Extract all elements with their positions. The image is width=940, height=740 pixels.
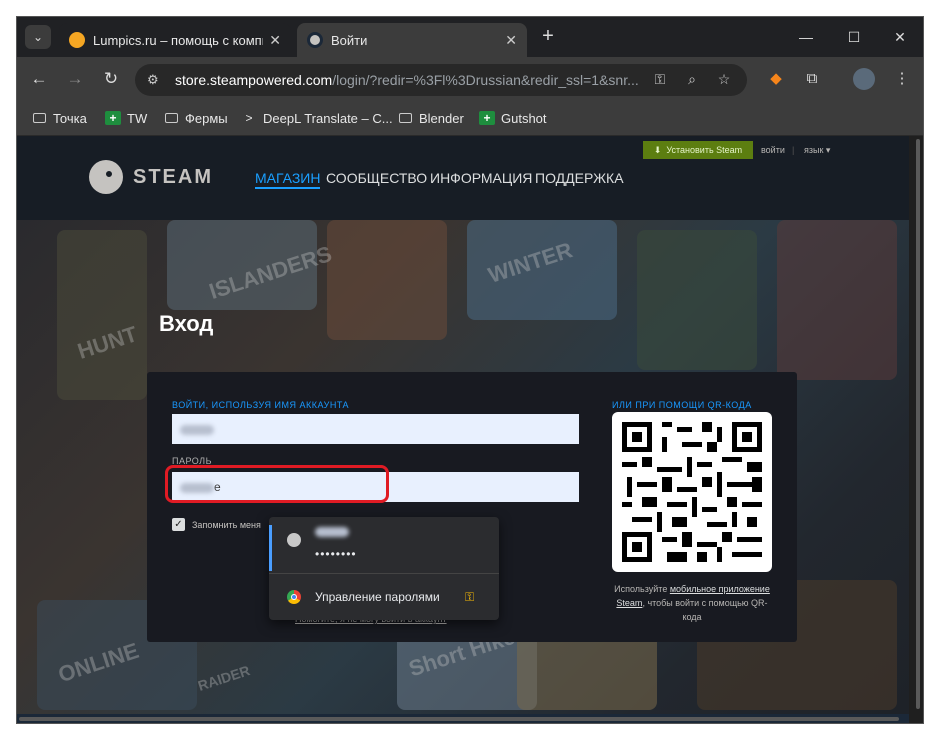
reload-icon[interactable]: ↻	[99, 67, 123, 91]
blurred-username	[315, 527, 349, 537]
password-key-icon[interactable]: ⚿	[651, 71, 669, 89]
nav-info[interactable]: ИНФОРМАЦИЯ	[430, 170, 532, 186]
site-info-icon[interactable]: ⚙	[147, 72, 163, 88]
highlight-frame	[165, 465, 389, 503]
extensions-puzzle-icon[interactable]: ⧉	[801, 68, 823, 90]
bg-game-label: RAIDER	[195, 662, 252, 694]
nav-community[interactable]: СООБЩЕСТВО	[326, 170, 427, 186]
selection-indicator	[269, 525, 272, 571]
horizontal-scrollbar[interactable]	[17, 714, 909, 723]
browser-toolbar: ← → ↻ ⚙ store.steampowered.com/login/?re…	[17, 57, 923, 101]
qr-label: ИЛИ ПРИ ПОМОЩИ QR-КОДА	[612, 400, 752, 410]
tw-icon: +	[105, 111, 121, 125]
steam-favicon-icon	[307, 32, 323, 48]
divider	[269, 573, 499, 574]
browser-window: ⌄ Lumpics.ru – помощь с компью ✕ Войти ✕…	[16, 16, 924, 724]
chrome-icon	[287, 590, 301, 604]
bookmark-gutshot[interactable]: + Gutshot	[479, 109, 547, 127]
close-window-icon[interactable]: ✕	[885, 25, 915, 49]
bookmark-tochka[interactable]: Точка	[31, 109, 87, 127]
new-tab-button[interactable]: +	[537, 25, 559, 49]
saved-password-dots: ••••••••	[315, 547, 357, 561]
gutshot-icon: +	[479, 111, 495, 125]
profile-avatar[interactable]	[853, 68, 875, 90]
account-label: ВОЙТИ, ИСПОЛЬЗУЯ ИМЯ АККАУНТА	[172, 400, 350, 410]
bookmark-fermy[interactable]: Фермы	[163, 109, 228, 127]
qr-code	[612, 412, 772, 572]
tab-steam-login[interactable]: Войти ✕	[297, 23, 527, 57]
url-text: store.steampowered.com/login/?redir=%3Fl…	[175, 72, 639, 88]
folder-icon	[163, 111, 179, 125]
password-autofill-popup: •••••••• Управление паролями ⚿	[269, 517, 499, 620]
download-icon: ⬇	[653, 144, 662, 155]
nav-support[interactable]: ПОДДЕРЖКА	[535, 170, 624, 186]
qr-code-graphic	[622, 422, 762, 562]
qr-instructions: Используйте мобильное приложение Steam, …	[614, 584, 770, 622]
steam-logo[interactable]: STEAM	[89, 160, 213, 194]
bookmark-star-icon[interactable]: ☆	[715, 71, 733, 89]
tab-strip: ⌄ Lumpics.ru – помощь с компью ✕ Войти ✕…	[17, 17, 923, 57]
account-input[interactable]	[172, 414, 579, 444]
login-link[interactable]: войти	[761, 145, 785, 155]
remember-me[interactable]: ✓ Запомнить меня	[172, 518, 261, 531]
maximize-icon[interactable]: ☐	[839, 25, 869, 49]
back-icon[interactable]: ←	[27, 67, 51, 91]
bookmarks-bar: Точка + TW Фермы > DeepL Translate – C... …	[17, 101, 923, 136]
steam-logo-icon	[89, 160, 123, 194]
tab-search-button[interactable]: ⌄	[25, 25, 51, 49]
address-bar[interactable]: ⚙ store.steampowered.com/login/?redir=%3…	[135, 64, 747, 96]
forward-icon[interactable]: →	[63, 67, 87, 91]
close-tab-icon[interactable]: ✕	[505, 32, 517, 49]
zoom-icon[interactable]: ⌕	[683, 71, 701, 89]
tab-title: Войти	[331, 32, 368, 48]
blurred-username	[180, 424, 214, 435]
bookmark-deepl[interactable]: > DeepL Translate – C...	[241, 109, 392, 127]
folder-icon	[31, 111, 47, 125]
steam-login-page: ⬇ Установить Steam войти | язык ▾ STEAM М…	[17, 136, 909, 714]
folder-icon	[397, 111, 413, 125]
lumpics-favicon-icon	[69, 32, 85, 48]
remember-checkbox[interactable]: ✓	[172, 518, 185, 531]
metamask-extension-icon[interactable]: ◆	[765, 68, 787, 90]
steam-header: ⬇ Установить Steam войти | язык ▾ STEAM М…	[17, 136, 909, 220]
close-tab-icon[interactable]: ✕	[269, 32, 281, 49]
bookmark-tw[interactable]: + TW	[105, 109, 147, 127]
nav-store[interactable]: МАГАЗИН	[255, 170, 321, 189]
bookmark-blender[interactable]: Blender	[397, 109, 464, 127]
tab-title: Lumpics.ru – помощь с компью	[93, 32, 264, 48]
key-icon: ⚿	[465, 590, 475, 604]
vertical-scrollbar[interactable]	[916, 139, 920, 709]
install-steam-button[interactable]: ⬇ Установить Steam	[643, 141, 753, 159]
header-divider: |	[792, 145, 795, 155]
more-menu-icon[interactable]: ⋮	[891, 68, 913, 90]
page-title: Вход	[159, 311, 214, 336]
tab-lumpics[interactable]: Lumpics.ru – помощь с компью ✕	[59, 23, 291, 57]
deepl-icon: >	[245, 111, 253, 125]
language-select[interactable]: язык ▾	[804, 145, 830, 156]
minimize-icon[interactable]: —	[791, 25, 821, 49]
globe-icon	[287, 533, 301, 547]
